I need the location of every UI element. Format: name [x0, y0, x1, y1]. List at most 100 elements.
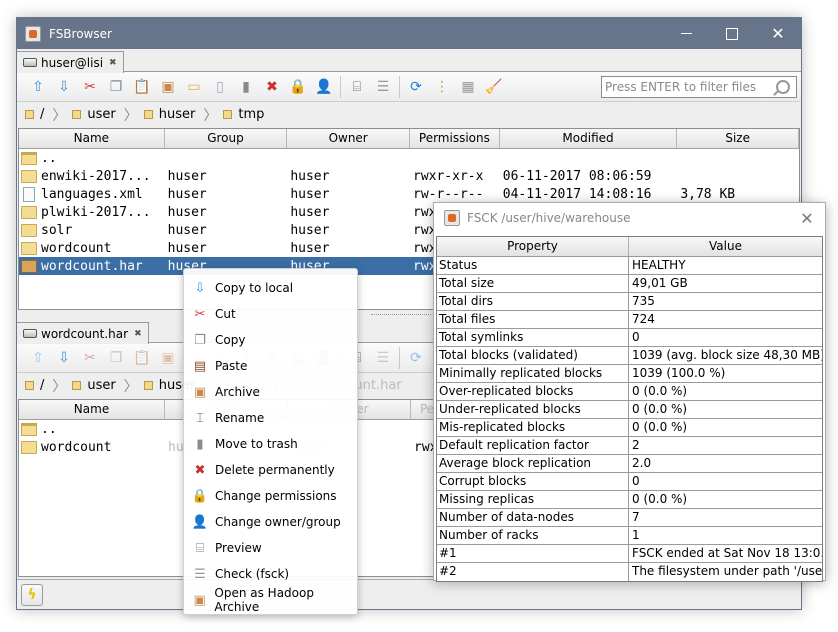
copy-button[interactable]: ❐ [103, 76, 129, 98]
fsck-row[interactable]: Average block replication 2.0 [437, 455, 822, 473]
fsck-row[interactable]: Missing replicas 0 (0.0 %) [437, 491, 822, 509]
fsck-row[interactable]: #1 FSCK ended at Sat Nov 18 13:0... [437, 545, 822, 563]
tab-huser-lisi[interactable]: huser@lisi ✖ [17, 51, 124, 73]
delete-button[interactable]: ✖ [259, 76, 285, 98]
folder-icon [143, 381, 153, 390]
folder-icon [21, 440, 37, 454]
column-header-property[interactable]: Property [437, 237, 629, 256]
menu-item-open-as-hadoop-archive[interactable]: ▣ Open as Hadoop Archive [184, 586, 357, 614]
menu-item-paste[interactable]: ▤ Paste [184, 353, 357, 379]
breadcrumb-item[interactable]: / 〉 [25, 105, 72, 125]
filter-input[interactable]: Press ENTER to filter files [601, 75, 797, 98]
fsck-row[interactable]: Total size 49,01 GB [437, 275, 822, 293]
fsck-row[interactable]: Total symlinks 0 [437, 329, 822, 347]
minimize-button[interactable] [663, 18, 709, 49]
menu-item-cut[interactable]: ✂ Cut [184, 301, 357, 327]
fsck-row[interactable]: Over-replicated blocks 0 (0.0 %) [437, 383, 822, 401]
new-file-button[interactable]: ▯ [207, 76, 233, 98]
clean-button[interactable]: 🧹 [481, 76, 507, 98]
folder-icon [21, 241, 37, 255]
download-button[interactable]: ⇩ [51, 76, 77, 98]
archive-button[interactable]: ▣ [155, 76, 181, 98]
copy-icon: ❐ [109, 78, 123, 95]
breadcrumb-item[interactable]: user 〉 [72, 376, 143, 396]
refresh-button[interactable]: ⟳ [403, 76, 429, 98]
lightning-button[interactable]: ϟ [21, 584, 43, 606]
menu-item-move-to-trash[interactable]: ▮ Move to trash [184, 431, 357, 457]
fsck-button[interactable]: ☰ [370, 347, 396, 369]
column-header-value[interactable]: Value [629, 237, 822, 256]
fsck-button[interactable]: ☰ [370, 76, 396, 98]
cell-group: huser [165, 241, 288, 256]
fsck-row[interactable]: Mis-replicated blocks 0 (0.0 %) [437, 419, 822, 437]
fsck-row[interactable]: Total dirs 735 [437, 293, 822, 311]
cut-icon: ✂ [194, 306, 206, 322]
menu-item-archive[interactable]: ▣ Archive [184, 379, 357, 405]
move-to-trash-button[interactable]: ▮ [233, 76, 259, 98]
column-header-group[interactable]: Group [165, 129, 288, 148]
dialog-close-button[interactable]: ✕ [789, 209, 825, 228]
column-header-owner[interactable]: Owner [287, 129, 410, 148]
paste-button[interactable]: 📋 [129, 76, 155, 98]
fsck-row[interactable]: Minimally replicated blocks 1039 (100.0 %… [437, 365, 822, 383]
search-icon[interactable] [776, 79, 790, 94]
menu-item-copy-to-local[interactable]: ⇩ Copy to local [184, 275, 357, 301]
paste-button[interactable]: 📋 [129, 347, 155, 369]
breadcrumb-item[interactable]: tmp [223, 107, 264, 122]
download-button[interactable]: ⇩ [51, 347, 77, 369]
archive-button[interactable]: ▣ [155, 347, 181, 369]
menu-item-preview[interactable]: ⌸ Preview [184, 535, 357, 561]
fsck-row[interactable]: Default replication factor 2 [437, 437, 822, 455]
menu-item-rename[interactable]: ⌶ Rename [184, 405, 357, 431]
refresh-button[interactable]: ⟳ [403, 347, 429, 369]
cluster-button[interactable]: ▦ [455, 76, 481, 98]
permissions-button[interactable]: 🔒 [285, 76, 311, 98]
close-button[interactable]: ✕ [755, 18, 801, 49]
menu-item-delete-permanently[interactable]: ✖ Delete permanently [184, 457, 357, 483]
maximize-button[interactable] [709, 18, 755, 49]
menu-item-check-fsck[interactable]: ☰ Check (fsck) [184, 561, 357, 587]
splitter-grip[interactable] [371, 314, 431, 316]
fsck-row[interactable]: #2 The filesystem under path '/use... [437, 563, 822, 581]
tree-button[interactable]: ⋮ [429, 76, 455, 98]
cell-modified: 04-11-2017 14:08:16 [500, 187, 678, 202]
menu-item-change-permissions[interactable]: 🔒 Change permissions [184, 483, 357, 509]
preview-button[interactable]: ⌸ [344, 76, 370, 98]
new-folder-button[interactable]: ▭ [181, 76, 207, 98]
fsck-row[interactable]: Number of data-nodes 7 [437, 509, 822, 527]
column-header-name[interactable]: Name [19, 400, 165, 419]
fsck-row[interactable]: Total blocks (validated) 1039 (avg. block… [437, 347, 822, 365]
up-icon [21, 151, 37, 165]
breadcrumb-item[interactable]: huser 〉 [143, 105, 224, 125]
cell-text: huser [290, 186, 330, 202]
fsck-row[interactable]: Corrupt blocks 0 [437, 473, 822, 491]
menu-item-change-owner-group[interactable]: 👤 Change owner/group [184, 509, 357, 535]
column-header-size[interactable]: Size [677, 129, 799, 148]
table-row[interactable]: enwiki-2017... huser huser rwxr-xr-x 06-11-2… [19, 167, 799, 185]
cut-button[interactable]: ✂ [77, 76, 103, 98]
upload-button[interactable]: ⇧ [25, 347, 51, 369]
column-header-modified[interactable]: Modified [500, 129, 678, 148]
menu-item-copy[interactable]: ❐ Copy [184, 327, 357, 353]
table-row[interactable]: .. [19, 149, 799, 167]
top-tabstrip: huser@lisi ✖ [17, 49, 801, 73]
breadcrumb-item[interactable]: user 〉 [72, 105, 143, 125]
fsck-row[interactable]: Total files 724 [437, 311, 822, 329]
tab-close-icon[interactable]: ✖ [109, 58, 117, 68]
column-header-name[interactable]: Name [19, 129, 165, 148]
upload-button[interactable]: ⇧ [25, 76, 51, 98]
column-header-permissions[interactable]: Permissions [410, 129, 500, 148]
fsck-row[interactable]: Under-replicated blocks 0 (0.0 %) [437, 401, 822, 419]
fsck-row[interactable]: Number of racks 1 [437, 527, 822, 545]
cut-button[interactable]: ✂ [77, 347, 103, 369]
cell-text: enwiki-2017... [41, 168, 151, 184]
cell-name: .. [19, 422, 165, 437]
table-row[interactable]: languages.xml huser huser rw-r--r-- 04-11-20… [19, 185, 799, 203]
table-header: Name Group Owner Permissions Modified Size [19, 129, 799, 149]
owner-button[interactable]: 👤 [311, 76, 337, 98]
tab-wordcount-har[interactable]: wordcount.har ✖ [17, 322, 149, 344]
copy-button[interactable]: ❐ [103, 347, 129, 369]
fsck-row[interactable]: Status HEALTHY [437, 257, 822, 275]
breadcrumb-item[interactable]: / 〉 [25, 376, 72, 396]
tab-close-icon[interactable]: ✖ [134, 329, 142, 339]
